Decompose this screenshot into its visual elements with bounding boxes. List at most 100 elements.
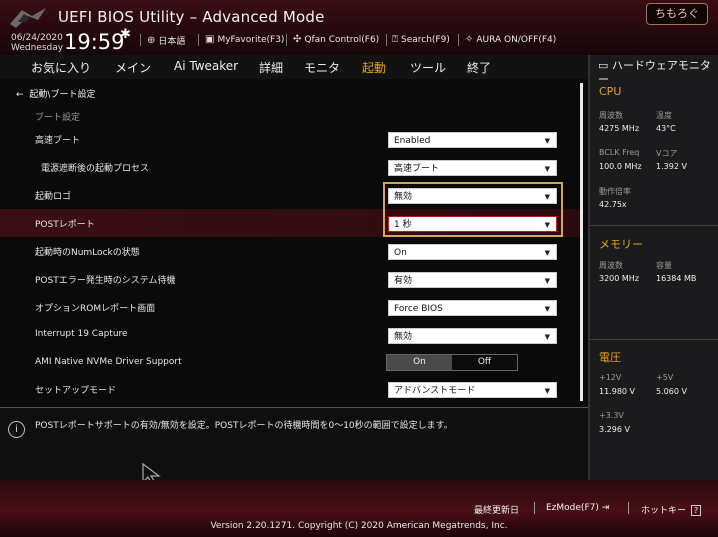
qfan-button[interactable]: ✣ Qfan Control(F6)	[293, 34, 379, 45]
hotkey-button[interactable]: ホットキー ?	[641, 503, 702, 516]
setting-row-post-error-wait[interactable]: POSTエラー発生時のシステム待機 有効 ▼	[0, 265, 580, 293]
bclk-value: 100.0 MHz	[599, 162, 642, 171]
setting-row-nvme-driver[interactable]: AMI Native NVMe Driver Support On Off	[0, 349, 580, 377]
divider	[628, 502, 629, 514]
hw-title-text: ハードウェアモニター	[598, 59, 711, 86]
cpu-temp-label: 温度	[656, 111, 672, 120]
footer-bar: 最終更新日 EzMode(F7) ⇥ ホットキー ? Version 2.20.…	[0, 480, 718, 537]
setting-row-power-loss[interactable]: 電源遮断後の起動プロセス 高速ブート ▼	[0, 153, 580, 181]
divider	[590, 339, 718, 340]
divider	[286, 34, 287, 46]
v12-value: 11.980 V	[599, 387, 636, 396]
tab-favorites[interactable]: お気に入り	[31, 59, 91, 76]
exit-arrow-icon: ⇥	[601, 503, 610, 513]
divider	[386, 34, 387, 46]
rog-logo	[10, 8, 46, 28]
globe-icon: ⊕	[147, 35, 156, 46]
help-icon: ?	[690, 505, 702, 516]
language-label: 日本語	[158, 37, 186, 47]
tab-main[interactable]: メイン	[115, 59, 151, 76]
search-button[interactable]: ⍰ Search(F9)	[392, 34, 450, 45]
v33-value: 3.296 V	[599, 425, 630, 434]
clock: 19:59	[64, 30, 125, 54]
v12-label: +12V	[599, 373, 622, 382]
hw-monitor-title: ▭ ハードウェアモニター	[598, 59, 716, 87]
caret-down-icon: ▼	[544, 387, 550, 395]
myfavorite-button[interactable]: ▣ MyFavorite(F3)	[205, 34, 284, 45]
tab-tool[interactable]: ツール	[410, 59, 446, 76]
divider	[534, 502, 535, 514]
breadcrumb: 起動\ブート設定	[29, 90, 96, 100]
fan-icon: ✣	[293, 34, 302, 45]
setting-row-setup-mode[interactable]: セットアップモード アドバンストモード ▼	[0, 375, 580, 403]
back-button[interactable]: ← 起動\ブート設定	[16, 87, 95, 100]
caret-down-icon: ▼	[544, 249, 550, 257]
annotation-highlight-box	[383, 182, 563, 237]
option-rom-dropdown[interactable]: Force BIOS ▼	[388, 300, 557, 316]
tab-advanced[interactable]: 詳細	[259, 59, 283, 76]
app-title: UEFI BIOS Utility – Advanced Mode	[58, 8, 325, 26]
version-text: Version 2.20.1271. Copyright (C) 2020 Am…	[210, 521, 508, 531]
toggle-off-option[interactable]: Off	[452, 355, 517, 370]
scrollbar[interactable]	[580, 83, 583, 401]
toggle-on-option[interactable]: On	[387, 355, 452, 370]
setting-label: 高速ブート	[35, 136, 81, 146]
qfan-label: Qfan Control(F6)	[304, 34, 380, 45]
weekday-text: Wednesday	[11, 43, 64, 53]
caret-down-icon: ▼	[544, 165, 550, 173]
search-icon: ⍰	[392, 34, 398, 45]
post-error-wait-dropdown[interactable]: 有効 ▼	[388, 272, 557, 288]
favorite-icon: ▣	[205, 34, 215, 45]
ezmode-button[interactable]: EzMode(F7) ⇥	[546, 503, 609, 513]
dropdown-value: 高速ブート	[394, 164, 440, 174]
date-text: 06/24/2020	[11, 33, 63, 43]
setting-row-option-rom[interactable]: オプションROMレポート画面 Force BIOS ▼	[0, 293, 580, 321]
tab-ai-tweaker[interactable]: Ai Tweaker	[174, 59, 238, 73]
setting-label: 起動時のNumLockの状態	[35, 248, 140, 258]
mem-freq-label: 周波数	[599, 261, 623, 270]
aura-button[interactable]: ✧ AURA ON/OFF(F4)	[465, 34, 556, 45]
setup-mode-dropdown[interactable]: アドバンストモード ▼	[388, 382, 557, 398]
mem-freq-value: 3200 MHz	[599, 274, 640, 283]
date-display: 06/24/2020 Wednesday	[11, 33, 63, 53]
language-button[interactable]: ⊕ 日本語	[147, 34, 185, 47]
search-label: Search(F9)	[401, 34, 450, 45]
memory-heading: メモリー	[599, 238, 643, 251]
interrupt19-dropdown[interactable]: 無効 ▼	[388, 328, 557, 344]
section-label: ブート設定	[35, 113, 81, 123]
settings-panel: ← 起動\ブート設定 ブート設定 高速ブート Enabled ▼ 電源遮断後の起動…	[0, 79, 588, 407]
v5-label: +5V	[656, 373, 674, 382]
divider	[140, 34, 141, 46]
cpu-freq-label: 周波数	[599, 111, 623, 120]
setting-row-interrupt19[interactable]: Interrupt 19 Capture 無効 ▼	[0, 321, 580, 349]
fast-boot-dropdown[interactable]: Enabled ▼	[388, 132, 557, 148]
gear-icon[interactable]: ✱	[120, 27, 131, 42]
setting-label: 電源遮断後の起動プロセス	[41, 164, 150, 174]
help-bar: i POSTレポートサポートの有効/無効を設定。POSTレポートの待機時間を0～…	[0, 407, 588, 485]
caret-down-icon: ▼	[544, 137, 550, 145]
tab-monitor[interactable]: モニタ	[304, 59, 340, 76]
power-loss-dropdown[interactable]: 高速ブート ▼	[388, 160, 557, 176]
numlock-dropdown[interactable]: On ▼	[388, 244, 557, 260]
caret-down-icon: ▼	[544, 277, 550, 285]
setting-label: POSTレポート	[35, 220, 95, 230]
last-modified-button[interactable]: 最終更新日	[474, 503, 519, 516]
myfavorite-label: MyFavorite(F3)	[217, 34, 285, 45]
setting-row-fast-boot[interactable]: 高速ブート Enabled ▼	[0, 125, 580, 153]
caret-down-icon: ▼	[544, 333, 550, 341]
tab-exit[interactable]: 終了	[467, 59, 491, 76]
dropdown-value: Enabled	[394, 136, 431, 146]
info-icon: i	[8, 421, 25, 438]
back-arrow-icon: ←	[16, 90, 24, 100]
vcore-value: 1.392 V	[656, 162, 687, 171]
dropdown-value: 有効	[394, 276, 413, 286]
dropdown-value: On	[394, 248, 407, 258]
help-text: POSTレポートサポートの有効/無効を設定。POSTレポートの待機時間を0～10…	[35, 421, 453, 431]
nvme-driver-toggle[interactable]: On Off	[386, 354, 518, 371]
setting-label: AMI Native NVMe Driver Support	[35, 357, 182, 367]
setting-row-numlock[interactable]: 起動時のNumLockの状態 On ▼	[0, 237, 580, 265]
dropdown-value: 無効	[394, 332, 413, 342]
tab-boot[interactable]: 起動	[362, 59, 386, 76]
dropdown-value: Force BIOS	[394, 304, 443, 314]
setting-label: POSTエラー発生時のシステム待機	[35, 276, 176, 286]
